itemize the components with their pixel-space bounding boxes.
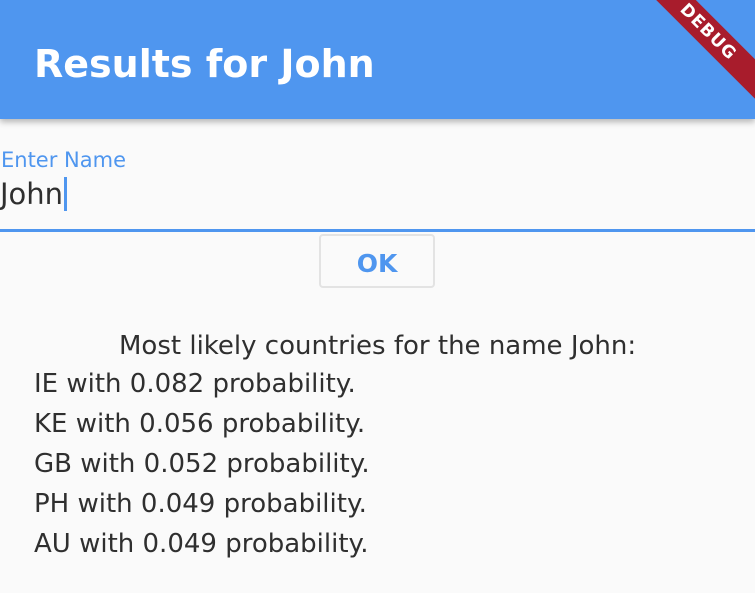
- results-list: Most likely countries for the name John:…: [34, 328, 734, 564]
- name-field-label: Enter Name: [1, 148, 126, 172]
- results-heading: Most likely countries for the name John:: [119, 331, 637, 361]
- page-title: Results for John: [34, 42, 375, 86]
- result-item: PH with 0.049 probability.: [34, 489, 367, 519]
- result-item: GB with 0.052 probability.: [34, 449, 370, 479]
- app-window: Results for John DEBUG Enter Name John O…: [0, 0, 755, 593]
- name-field-underline: [0, 229, 755, 232]
- name-input[interactable]: John: [0, 176, 68, 212]
- app-bar: Results for John DEBUG: [0, 0, 755, 119]
- result-item: IE with 0.082 probability.: [34, 369, 356, 399]
- result-item: AU with 0.049 probability.: [34, 529, 369, 559]
- debug-banner: DEBUG: [630, 0, 755, 110]
- ok-button[interactable]: OK: [319, 234, 435, 288]
- text-caret: [64, 177, 68, 211]
- name-input-field[interactable]: Enter Name John: [0, 119, 755, 233]
- result-item: KE with 0.056 probability.: [34, 409, 366, 439]
- name-input-value[interactable]: John: [0, 176, 63, 212]
